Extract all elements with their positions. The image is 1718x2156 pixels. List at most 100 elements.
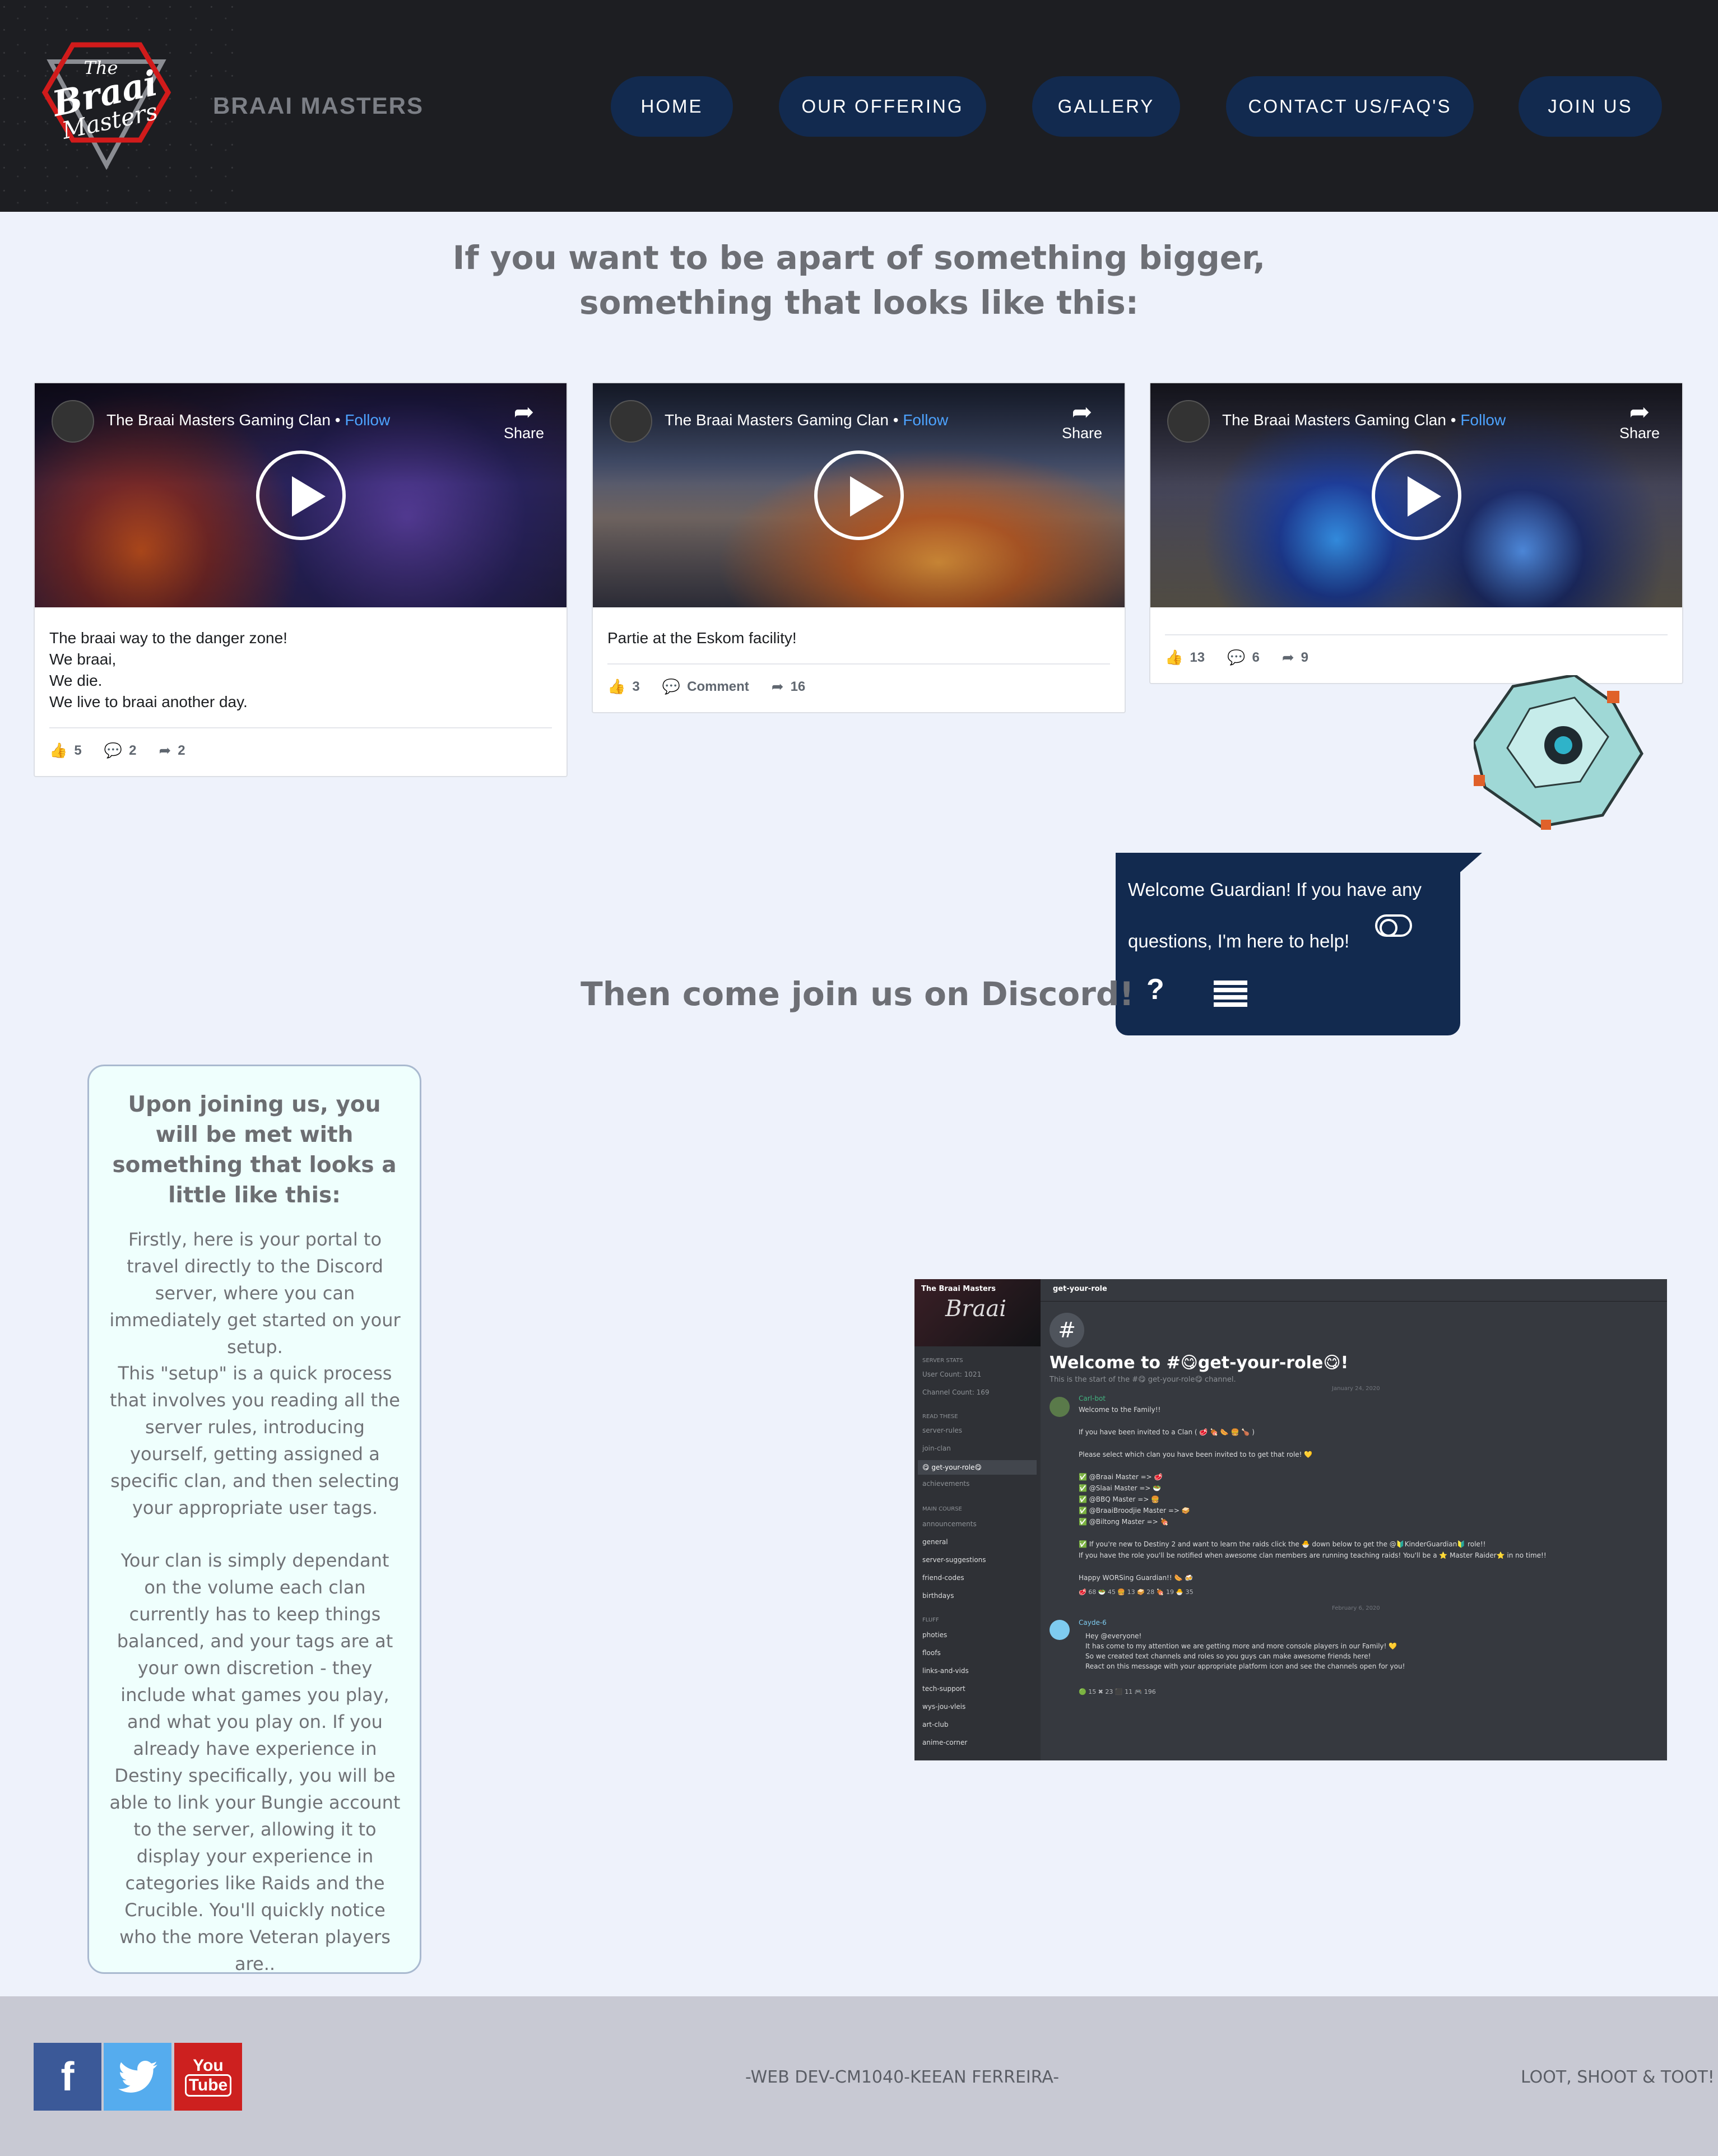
- video-stats: 👍 3 💬 Comment ➦ 16: [593, 665, 1125, 712]
- embed-line: Hey @everyone!: [1085, 1632, 1142, 1640]
- comment-button[interactable]: 💬 Comment: [662, 678, 749, 695]
- discord-channel-sidebar: The Braai Masters Braai SERVER STATS Use…: [914, 1279, 1041, 1760]
- channel-item[interactable]: friend-codes: [922, 1574, 964, 1582]
- channel-item[interactable]: links-and-vids: [922, 1667, 969, 1675]
- share-icon: ➦: [771, 678, 784, 695]
- play-button[interactable]: [814, 450, 904, 540]
- message-reactions[interactable]: 🥩 68 🥗 45 🍔 13 🥪 28 🍖 19 🐣 35: [1079, 1588, 1194, 1596]
- youtube-icon[interactable]: You Tube: [174, 2043, 242, 2111]
- play-button[interactable]: [256, 450, 346, 540]
- video-card-3: The Braai Masters Gaming Clan • Follow ➦…: [1149, 382, 1683, 684]
- channel-header-name: get-your-role: [1053, 1285, 1107, 1293]
- channel-item[interactable]: Channel Count: 169: [922, 1388, 989, 1396]
- message-line: ✅ @Biltong Master => 🍖: [1079, 1518, 1169, 1526]
- server-banner-logo: Braai: [945, 1296, 1007, 1322]
- avatar[interactable]: [1050, 1397, 1070, 1417]
- comment-count[interactable]: 💬 6: [1227, 649, 1260, 666]
- channel-item[interactable]: server-rules: [922, 1427, 962, 1434]
- like-count[interactable]: 👍 13: [1165, 649, 1205, 666]
- nav-gallery[interactable]: GALLERY: [1032, 76, 1180, 137]
- channel-item[interactable]: birthdays: [922, 1592, 954, 1600]
- message-line: ✅ If you're new to Destiny 2 and want to…: [1079, 1540, 1486, 1548]
- channel-item[interactable]: art-club: [922, 1721, 948, 1728]
- discord-topbar: get-your-role: [1041, 1279, 1667, 1302]
- channel-item[interactable]: wys-jou-vleis: [922, 1703, 965, 1711]
- ghost-mascot-icon[interactable]: [1472, 673, 1647, 832]
- footer-slogan: LOOT, SHOOT & TOOT!: [1521, 2067, 1715, 2087]
- video-card-2: The Braai Masters Gaming Clan • Follow ➦…: [592, 382, 1126, 713]
- page-name-line: The Braai Masters Gaming Clan • Follow: [1222, 411, 1506, 429]
- share-icon: ➦: [1629, 398, 1650, 426]
- message-reactions[interactable]: 🟢 15 ✖ 23 ⬛ 11 🎮 196: [1079, 1688, 1156, 1695]
- follow-link[interactable]: Follow: [1460, 411, 1506, 429]
- video-thumbnail-2[interactable]: The Braai Masters Gaming Clan • Follow ➦…: [593, 383, 1125, 607]
- thumbs-up-icon: 👍: [1165, 649, 1183, 666]
- share-icon: ➦: [1071, 398, 1093, 426]
- channel-item[interactable]: server-suggestions: [922, 1556, 986, 1564]
- twitter-icon[interactable]: [104, 2043, 171, 2111]
- chat-widget: Welcome Guardian! If you have any questi…: [1116, 853, 1460, 1035]
- like-count[interactable]: 👍 3: [607, 678, 640, 695]
- date-divider: January 24, 2020: [1332, 1386, 1380, 1392]
- channel-item[interactable]: announcements: [922, 1520, 977, 1528]
- channel-category: FLUFF: [922, 1617, 939, 1623]
- intro-title-line2: something that looks like this:: [579, 284, 1139, 322]
- share-button[interactable]: ➦ Share: [504, 400, 544, 442]
- follow-link[interactable]: Follow: [345, 411, 390, 429]
- nav-our-offering[interactable]: OUR OFFERING: [779, 76, 986, 137]
- nav-contact-faq[interactable]: CONTACT US/FAQ'S: [1226, 76, 1474, 137]
- video-thumbnail-1[interactable]: The Braai Masters Gaming Clan • Follow ➦…: [35, 383, 567, 607]
- channel-start-text: This is the start of the #😋 get-your-rol…: [1050, 1376, 1236, 1384]
- message-author[interactable]: Carl-bot: [1079, 1395, 1106, 1402]
- message-line: If you have the role you'll be notified …: [1079, 1551, 1547, 1559]
- site-logo[interactable]: The Braai Masters: [39, 39, 174, 171]
- discord-message-area: # Welcome to #😋get-your-role😋! This is t…: [1041, 1302, 1667, 1760]
- like-count[interactable]: 👍 5: [49, 742, 82, 759]
- message-line: Please select which clan you have been i…: [1079, 1451, 1313, 1458]
- channel-item[interactable]: floofs: [922, 1649, 941, 1657]
- share-count[interactable]: ➦ 9: [1282, 649, 1308, 666]
- server-banner: The Braai Masters Braai: [914, 1279, 1041, 1346]
- channel-item[interactable]: tech-support: [922, 1685, 965, 1693]
- channel-category: MAIN COURSE: [922, 1506, 962, 1512]
- thumbs-up-icon: 👍: [607, 678, 626, 695]
- intro-title-line1: If you want to be apart of something big…: [452, 239, 1266, 277]
- share-icon: ➦: [159, 742, 171, 759]
- embed-line: React on this message with your appropri…: [1085, 1662, 1405, 1670]
- channel-hash-icon: #: [1050, 1313, 1084, 1347]
- channel-item[interactable]: User Count: 1021: [922, 1370, 981, 1378]
- page-avatar[interactable]: [1167, 400, 1210, 443]
- share-button[interactable]: ➦ Share: [1619, 400, 1660, 442]
- share-button[interactable]: ➦ Share: [1062, 400, 1102, 442]
- nav-join-us[interactable]: JOIN US: [1519, 76, 1662, 137]
- channel-item[interactable]: anime-corner: [922, 1739, 967, 1746]
- comment-count[interactable]: 💬 2: [104, 742, 137, 759]
- facebook-icon[interactable]: f: [34, 2043, 101, 2111]
- page-avatar[interactable]: [52, 400, 94, 443]
- video-stats: 👍 5 💬 2 ➦ 2: [35, 728, 567, 776]
- channel-welcome-title: Welcome to #😋get-your-role😋!: [1050, 1353, 1349, 1373]
- message-line: Happy WORSing Guardian!! 🌭 🍻: [1079, 1574, 1194, 1582]
- chat-toggle-switch[interactable]: [1375, 914, 1412, 937]
- share-count[interactable]: ➦ 16: [772, 678, 806, 695]
- info-heading: Upon joining us, you will be met with so…: [112, 1092, 397, 1208]
- channel-item[interactable]: achievements: [922, 1480, 969, 1488]
- share-count[interactable]: ➦ 2: [159, 742, 185, 759]
- menu-icon[interactable]: [1214, 981, 1247, 1010]
- channel-item[interactable]: general: [922, 1538, 948, 1546]
- brand-name: BRAAI MASTERS: [213, 92, 424, 119]
- thumbs-up-icon: 👍: [49, 742, 68, 759]
- channel-item-selected[interactable]: 😋 get-your-role😋: [918, 1460, 1037, 1475]
- follow-link[interactable]: Follow: [903, 411, 948, 429]
- site-header: The Braai Masters BRAAI MASTERS HOME OUR…: [0, 0, 1718, 212]
- message-author[interactable]: Cayde-6: [1079, 1619, 1107, 1627]
- channel-item[interactable]: photies: [922, 1631, 947, 1639]
- avatar[interactable]: [1050, 1620, 1070, 1640]
- channel-item[interactable]: join-clan: [922, 1444, 951, 1452]
- comment-icon: 💬: [1227, 649, 1246, 666]
- video-thumbnail-3[interactable]: The Braai Masters Gaming Clan • Follow ➦…: [1150, 383, 1682, 607]
- page-avatar[interactable]: [610, 400, 652, 443]
- nav-home[interactable]: HOME: [611, 76, 733, 137]
- message-line: ✅ @Braai Master => 🥩: [1079, 1473, 1163, 1481]
- play-button[interactable]: [1371, 450, 1461, 540]
